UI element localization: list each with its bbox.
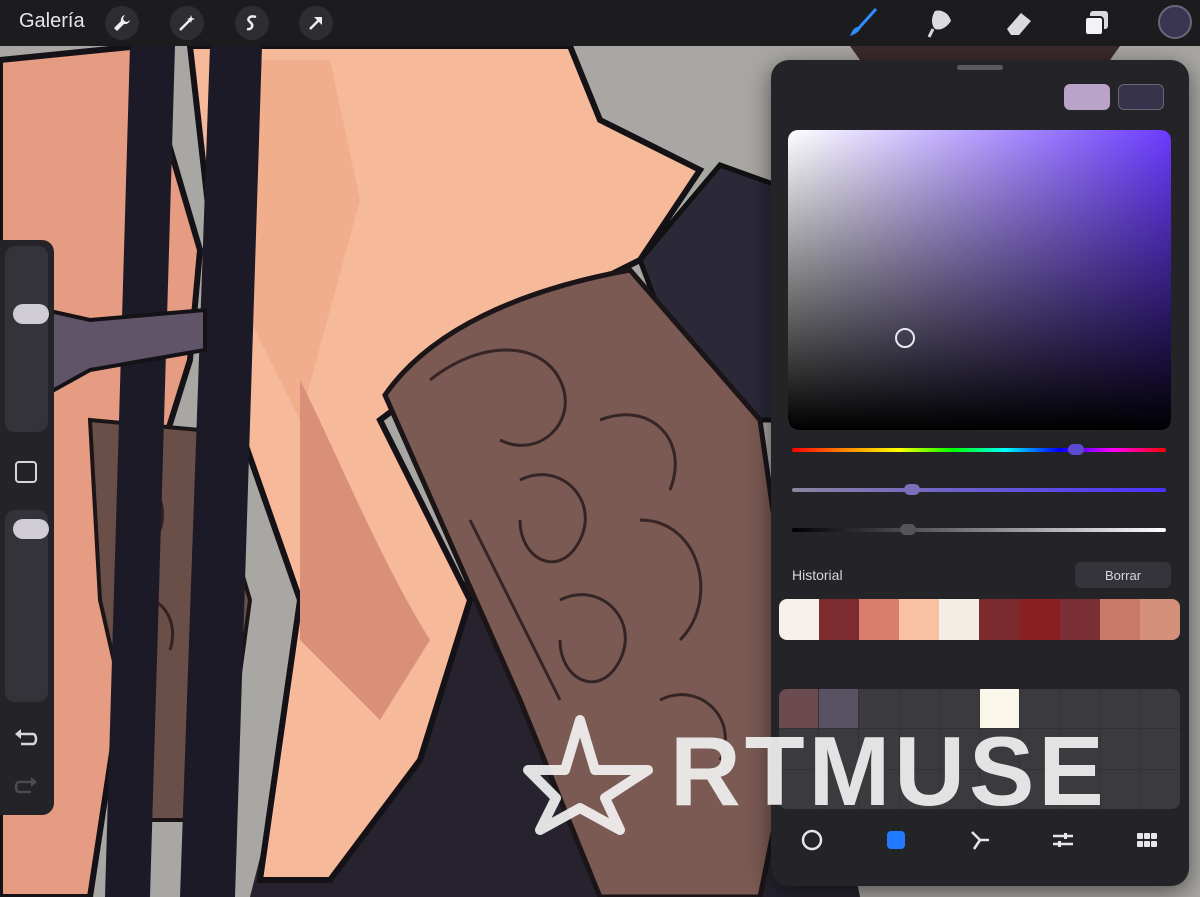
history-swatch[interactable] <box>939 599 980 640</box>
modify-button[interactable] <box>15 461 37 483</box>
history-swatch[interactable] <box>1019 599 1060 640</box>
adjustments-button[interactable] <box>170 6 204 40</box>
left-sidebar <box>0 240 54 815</box>
history-swatch[interactable] <box>1139 599 1180 640</box>
layers-tool[interactable] <box>1078 4 1116 42</box>
brush-icon <box>850 7 878 36</box>
saturation-slider[interactable] <box>792 484 1166 495</box>
brightness-slider[interactable] <box>792 524 1166 535</box>
primary-color-swatch[interactable] <box>1064 84 1110 110</box>
brightness-knob[interactable] <box>899 524 916 535</box>
saturation-knob[interactable] <box>903 484 920 495</box>
selection-s-icon <box>246 15 257 31</box>
selection-button[interactable] <box>235 6 269 40</box>
brush-tool[interactable] <box>843 4 881 42</box>
history-swatch[interactable] <box>1099 599 1140 640</box>
transform-arrow-icon <box>309 17 322 30</box>
layers-icon <box>1084 11 1108 36</box>
palette-swatch[interactable] <box>1140 769 1180 809</box>
history-swatch[interactable] <box>979 599 1020 640</box>
eraser-tool[interactable] <box>1000 4 1038 42</box>
palette-swatch[interactable] <box>1140 729 1180 769</box>
smudge-tool[interactable] <box>922 4 960 42</box>
watermark-text: RTMUSE <box>670 716 1108 826</box>
picker-ring[interactable] <box>895 328 915 348</box>
secondary-color-swatch[interactable] <box>1118 84 1164 110</box>
brush-size-thumb[interactable] <box>13 304 49 325</box>
saturation-brightness-picker[interactable] <box>788 130 1171 430</box>
undo-button[interactable] <box>13 728 39 755</box>
magic-wand-icon <box>179 15 195 31</box>
redo-icon <box>14 777 37 794</box>
hue-slider[interactable] <box>792 444 1166 455</box>
redo-button[interactable] <box>13 776 39 803</box>
current-color-button[interactable] <box>1158 5 1192 39</box>
color-history <box>779 599 1180 640</box>
top-toolbar: Galería <box>0 0 1200 46</box>
wrench-icon <box>114 15 130 31</box>
smudge-icon <box>927 10 951 38</box>
history-swatch[interactable] <box>859 599 900 640</box>
history-label: Historial <box>792 567 843 583</box>
palette-swatch[interactable] <box>1140 689 1180 729</box>
opacity-slider[interactable] <box>5 510 49 702</box>
transform-button[interactable] <box>299 6 333 40</box>
undo-icon <box>15 729 38 746</box>
gallery-button[interactable]: Galería <box>19 10 85 33</box>
panel-grabber[interactable] <box>957 65 1003 70</box>
hue-knob[interactable] <box>1068 444 1085 455</box>
history-swatch[interactable] <box>819 599 860 640</box>
brush-size-slider[interactable] <box>5 246 49 432</box>
history-swatch[interactable] <box>899 599 940 640</box>
history-swatch[interactable] <box>1059 599 1100 640</box>
artmuse-watermark: RTMUSE <box>523 715 1108 835</box>
history-swatch[interactable] <box>779 599 820 640</box>
opacity-thumb[interactable] <box>13 518 49 539</box>
actions-button[interactable] <box>105 6 139 40</box>
eraser-icon <box>1007 13 1031 35</box>
clear-history-button[interactable]: Borrar <box>1075 562 1171 588</box>
